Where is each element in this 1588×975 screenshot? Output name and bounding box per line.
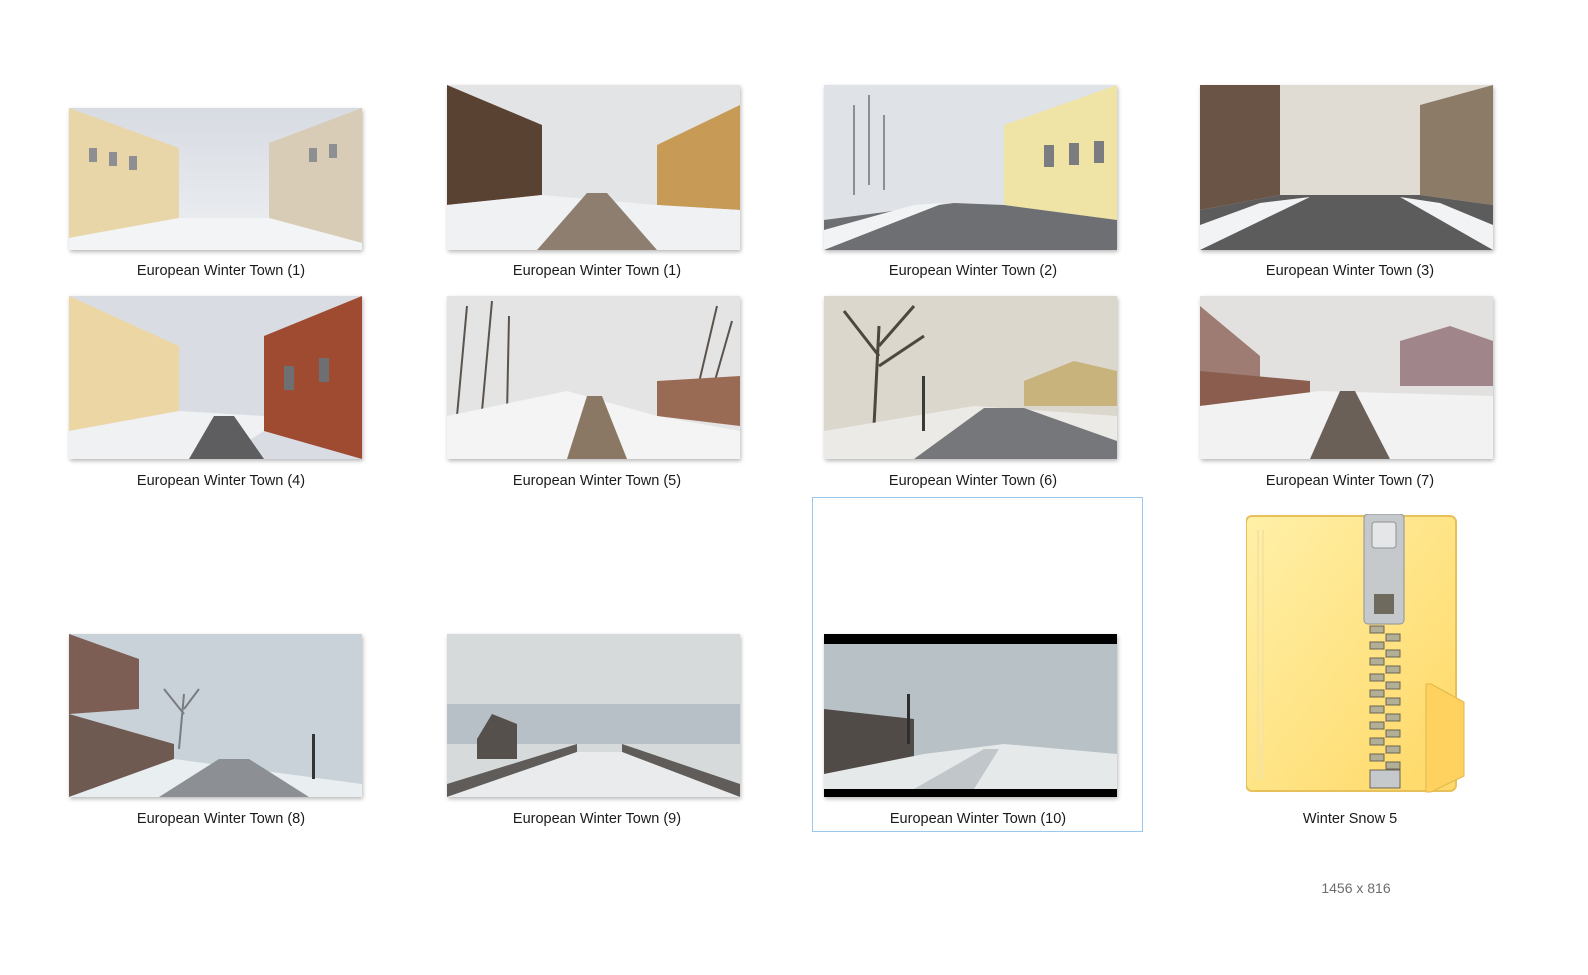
file-label: European Winter Town (1) — [512, 263, 682, 279]
thumbnail-image[interactable] — [447, 85, 740, 250]
thumbnail-image[interactable] — [1200, 85, 1493, 250]
file-label: European Winter Town (3) — [1265, 263, 1435, 279]
thumbnail-image[interactable] — [447, 634, 740, 797]
thumbnail-image[interactable] — [69, 296, 362, 459]
thumbnail-image[interactable] — [824, 634, 1117, 797]
file-label: European Winter Town (10) — [889, 811, 1067, 827]
file-label: Winter Snow 5 — [1302, 811, 1398, 827]
file-label: European Winter Town (7) — [1265, 473, 1435, 489]
thumbnail-image[interactable] — [69, 634, 362, 797]
file-label: European Winter Town (9) — [512, 811, 682, 827]
file-label: European Winter Town (4) — [136, 473, 306, 489]
image-dimensions-text: 1456 x 816 — [1321, 880, 1391, 896]
thumbnail-image[interactable] — [69, 108, 362, 250]
thumbnail-image[interactable] — [1200, 296, 1493, 459]
file-label: European Winter Town (1) — [136, 263, 306, 279]
thumbnail-image[interactable] — [824, 85, 1117, 250]
file-label: European Winter Town (8) — [136, 811, 306, 827]
zip-folder-icon[interactable] — [1245, 513, 1486, 794]
thumbnail-image[interactable] — [447, 296, 740, 459]
file-label: European Winter Town (5) — [512, 473, 682, 489]
file-label: European Winter Town (2) — [888, 263, 1058, 279]
file-label: European Winter Town (6) — [888, 473, 1058, 489]
thumbnail-image[interactable] — [824, 296, 1117, 459]
